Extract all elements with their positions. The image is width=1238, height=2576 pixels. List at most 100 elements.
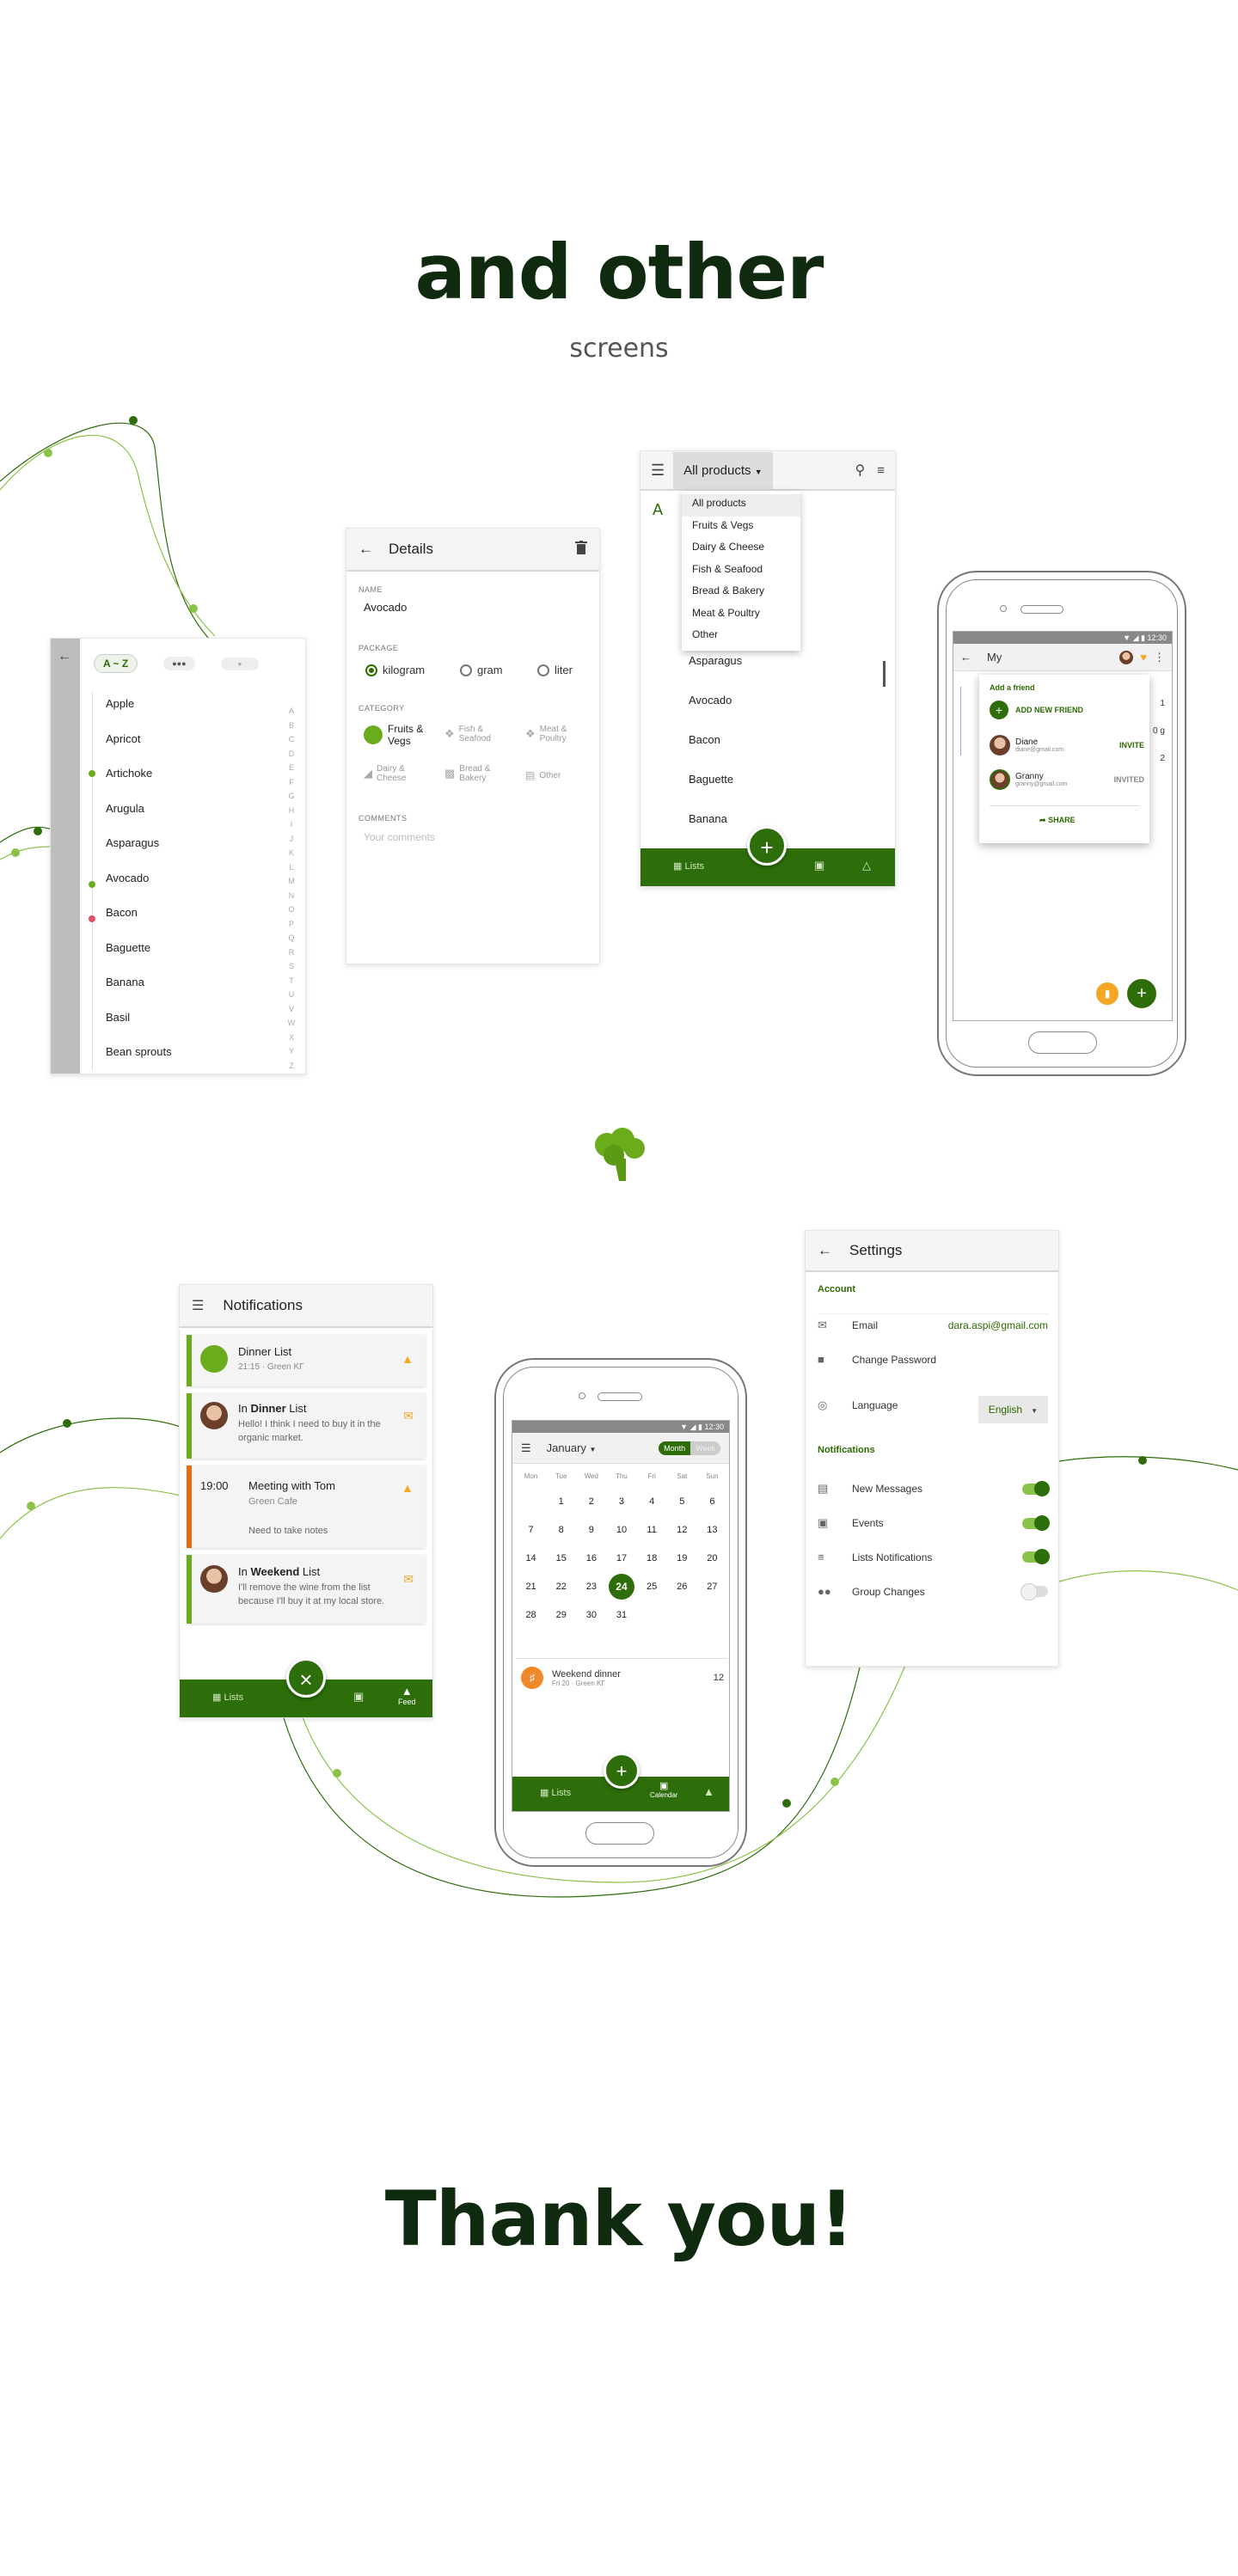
nav-lists[interactable]: ▦ Lists — [212, 1692, 243, 1703]
index-letter[interactable]: H — [285, 804, 298, 818]
new-messages-toggle[interactable] — [1022, 1480, 1050, 1496]
search-icon[interactable]: ⚲ — [855, 462, 866, 479]
day-cell[interactable]: 28 — [516, 1610, 546, 1620]
menu-item[interactable]: Dairy & Cheese — [682, 538, 800, 560]
day-cell[interactable]: 6 — [697, 1496, 727, 1507]
menu-item[interactable]: Fruits & Vegs — [682, 517, 800, 539]
menu-item[interactable]: Meat & Poultry — [682, 604, 800, 627]
list-item[interactable]: Bean sprouts — [106, 1045, 260, 1074]
list-item[interactable]: Banana — [106, 976, 260, 1011]
day-cell[interactable]: 18 — [637, 1553, 667, 1563]
list-item[interactable]: Avocado — [689, 694, 861, 733]
day-cell[interactable]: 23 — [576, 1582, 606, 1592]
day-cell[interactable]: 21 — [516, 1582, 546, 1592]
events-toggle[interactable] — [1022, 1514, 1050, 1531]
day-cell[interactable]: 17 — [606, 1553, 636, 1563]
email-row[interactable]: ✉ Email dara.aspi@gmail.com — [818, 1319, 1048, 1332]
selected-day[interactable]: 24 — [608, 1573, 634, 1600]
calendar-icon[interactable]: ▣ — [353, 1690, 364, 1704]
day-cell[interactable]: 3 — [606, 1496, 636, 1507]
scrollbar[interactable] — [883, 661, 886, 687]
toggle-week[interactable]: Week — [690, 1441, 720, 1455]
bookmark-fab[interactable]: ▮ — [1094, 981, 1120, 1007]
month-dropdown[interactable]: January ▼ — [547, 1441, 659, 1454]
index-letter[interactable]: Z — [285, 1059, 298, 1074]
list-item[interactable]: Arugula — [106, 802, 260, 837]
index-letter[interactable]: F — [285, 775, 298, 790]
event-row[interactable]: ♯ Weekend dinner Fri 20 · Green KГ 12 — [521, 1667, 724, 1689]
index-letter[interactable]: P — [285, 917, 298, 932]
home-button[interactable] — [585, 1822, 654, 1845]
group-changes-toggle[interactable] — [1020, 1583, 1048, 1600]
index-letter[interactable]: R — [285, 945, 298, 960]
friend-row[interactable]: Granny granny@gmail.com INVITED — [990, 769, 1144, 790]
category-meat[interactable]: ❖ Meat & Poultry — [525, 725, 581, 743]
index-letter[interactable]: I — [285, 817, 298, 832]
day-cell[interactable]: 22 — [546, 1582, 576, 1592]
bell-icon[interactable]: ▲ — [703, 1785, 714, 1798]
trash-icon[interactable] — [575, 540, 587, 559]
category-other[interactable]: ▤ Other — [525, 769, 561, 781]
day-cell[interactable]: 14 — [516, 1553, 546, 1563]
sort-chip-category[interactable]: ●●● — [163, 657, 195, 670]
close-fab[interactable]: × — [286, 1658, 326, 1698]
menu-icon[interactable]: ☰ — [651, 462, 665, 480]
back-arrow-icon[interactable]: ← — [818, 1242, 832, 1259]
list-item[interactable]: Baguette — [106, 941, 260, 976]
list-item[interactable]: Asparagus — [689, 654, 861, 694]
friend-row[interactable]: Diane diane@gmail.com INVITE — [990, 735, 1144, 756]
heart-icon[interactable]: ♥ — [1140, 651, 1147, 664]
back-arrow-icon[interactable]: ← — [359, 541, 373, 558]
radio-gram[interactable]: gram — [460, 664, 503, 676]
day-cell[interactable]: 25 — [637, 1582, 667, 1592]
day-cell[interactable]: 24 — [606, 1573, 636, 1600]
add-new-friend-button[interactable]: + ADD NEW FRIEND — [990, 701, 1083, 719]
day-cell[interactable]: 4 — [637, 1496, 667, 1507]
month-week-toggle[interactable]: Month Week — [659, 1441, 720, 1455]
list-item[interactable]: Asparagus — [106, 836, 260, 872]
nav-feed[interactable]: ▲ Feed — [398, 1685, 416, 1706]
list-item[interactable]: Apricot — [106, 732, 260, 768]
index-letter[interactable]: A — [285, 704, 298, 719]
index-letter[interactable]: M — [285, 874, 298, 889]
notification-card[interactable]: In Weekend List I'll remove the wine fro… — [187, 1555, 426, 1624]
avatar[interactable] — [1119, 650, 1134, 664]
menu-icon[interactable]: ☰ — [192, 1297, 204, 1314]
category-fruits[interactable]: Fruits & Vegs — [364, 723, 429, 747]
index-letter[interactable]: O — [285, 903, 298, 917]
day-cell[interactable]: 26 — [667, 1582, 697, 1592]
index-letter[interactable]: U — [285, 988, 298, 1002]
day-cell[interactable]: 12 — [667, 1525, 697, 1535]
list-item[interactable]: Artichoke — [106, 767, 260, 802]
name-field[interactable]: Avocado — [364, 601, 407, 614]
share-button[interactable]: ➦ SHARE — [1039, 816, 1076, 825]
index-letter[interactable]: T — [285, 974, 298, 988]
index-letter[interactable]: L — [285, 860, 298, 875]
day-cell[interactable]: 11 — [637, 1525, 667, 1535]
list-item[interactable]: Apple — [106, 697, 260, 732]
list-item[interactable]: Basil — [106, 1011, 260, 1046]
index-letter[interactable]: C — [285, 732, 298, 747]
list-item[interactable]: Avocado — [106, 872, 260, 907]
category-dropdown[interactable]: All products ▼ — [673, 451, 773, 489]
add-fab[interactable]: + — [747, 826, 787, 866]
day-cell[interactable]: 15 — [546, 1553, 576, 1563]
day-cell[interactable]: 8 — [546, 1525, 576, 1535]
index-letter[interactable]: N — [285, 889, 298, 903]
menu-item[interactable]: Fish & Seafood — [682, 560, 800, 583]
index-letter[interactable]: E — [285, 761, 298, 775]
index-letter[interactable]: Y — [285, 1044, 298, 1059]
sort-chip-az[interactable]: A ~ Z — [94, 654, 138, 673]
index-letter[interactable]: W — [285, 1016, 298, 1031]
category-bread[interactable]: ▩ Bread & Bakery — [444, 764, 500, 783]
radio-kilogram[interactable]: kilogram — [365, 664, 425, 676]
language-select[interactable]: English ▼ — [978, 1396, 1048, 1423]
toggle-month[interactable]: Month — [659, 1441, 691, 1455]
notification-card[interactable]: Dinner List 21:15 · Green KГ ▲ — [187, 1335, 426, 1386]
notification-card[interactable]: In Dinner List Hello! I think I need to … — [187, 1393, 426, 1459]
index-letter[interactable]: V — [285, 1002, 298, 1017]
index-letter[interactable]: X — [285, 1031, 298, 1045]
sort-chip-other[interactable]: ● — [220, 657, 260, 670]
category-dairy[interactable]: ◢ Dairy & Cheese — [364, 764, 418, 783]
index-letter[interactable]: S — [285, 959, 298, 974]
